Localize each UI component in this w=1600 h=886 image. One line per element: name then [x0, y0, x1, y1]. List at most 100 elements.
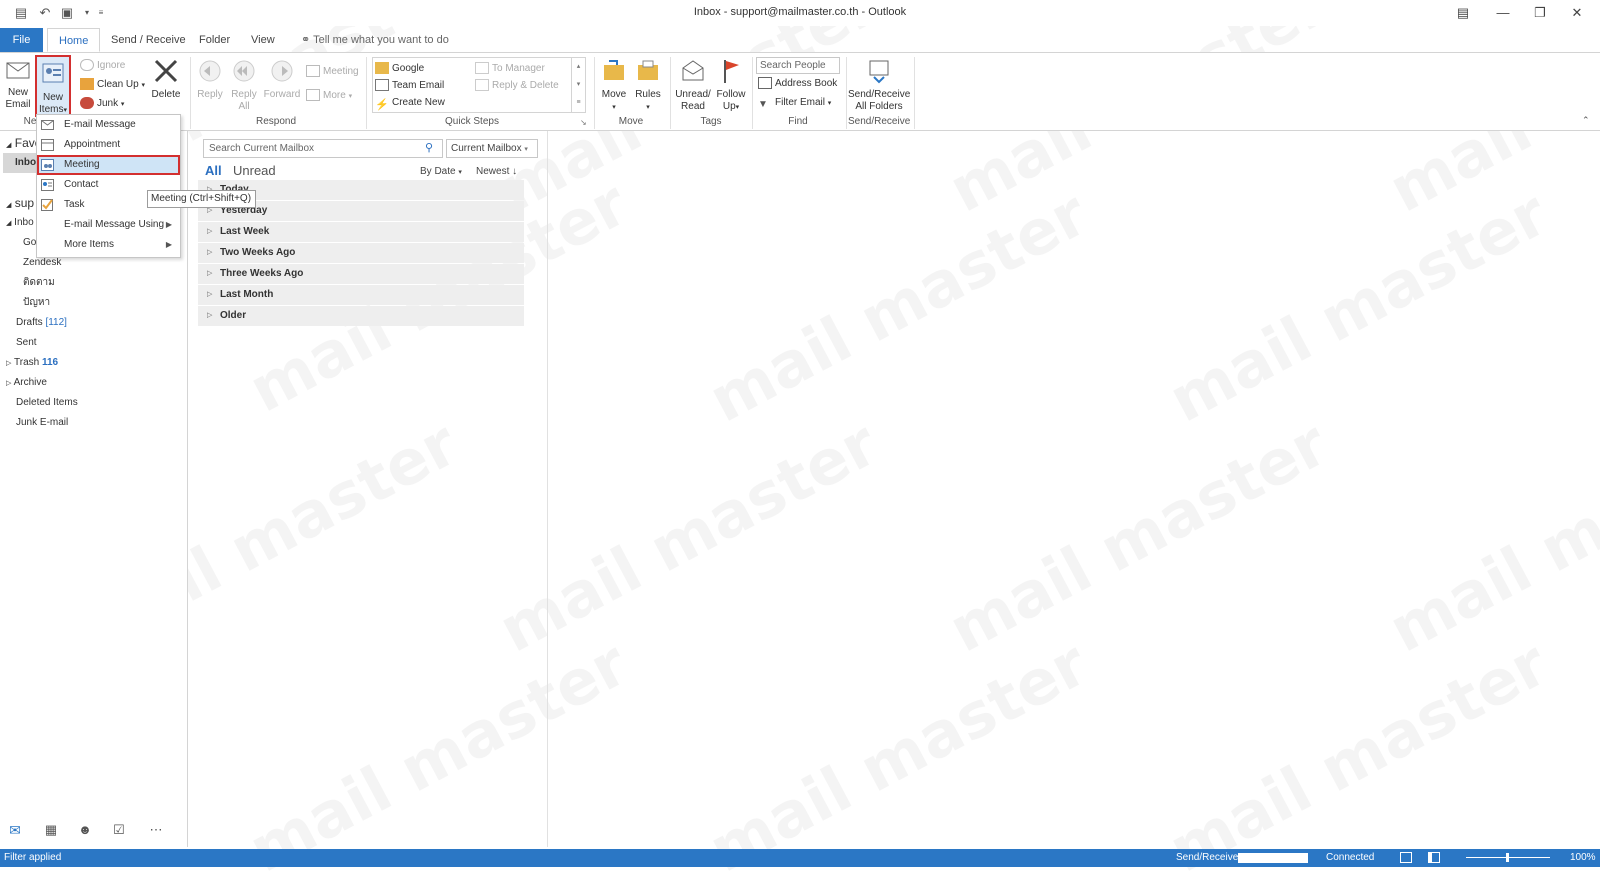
new-email-button[interactable]: New Email: [2, 59, 34, 115]
search-scope-select[interactable]: Current Mailbox ▾: [446, 139, 538, 158]
forward-icon: [271, 60, 293, 82]
reply-button[interactable]: Reply: [194, 57, 226, 101]
chevron-down-icon: ▾: [827, 100, 832, 107]
folder-drafts[interactable]: Drafts [112]: [0, 313, 188, 333]
folder-trash[interactable]: ▷ Trash 116: [0, 353, 188, 373]
task-label: Task: [64, 199, 85, 210]
send-receive-label-2: All Folders: [855, 101, 903, 112]
reply-all-button[interactable]: Reply All: [228, 57, 260, 113]
tab-view[interactable]: View: [240, 28, 286, 52]
delete-button[interactable]: Delete: [148, 57, 184, 101]
tasks-icon[interactable]: ☑: [110, 822, 128, 840]
ribbon-display-options-icon[interactable]: ▤: [1448, 2, 1478, 24]
clean-up-icon: [80, 78, 94, 91]
ignore-label: Ignore: [97, 60, 126, 71]
quick-step-create-new[interactable]: ⚡ Create New: [375, 94, 445, 112]
sort-order[interactable]: Newest ↓: [476, 166, 517, 177]
rules-button[interactable]: Rules ▾: [632, 57, 664, 114]
more-respond-button[interactable]: More ▾: [306, 87, 352, 105]
send-receive-all-button[interactable]: Send/Receive All Folders: [848, 57, 910, 113]
send-receive-label-1: Send/Receive: [848, 89, 911, 100]
quick-step-to-manager[interactable]: To Manager: [475, 60, 545, 78]
collapse-triangle-icon: ◢: [6, 202, 12, 209]
tab-home[interactable]: Home: [47, 28, 101, 52]
tell-me-search[interactable]: ⚭ Tell me what you want to do: [290, 28, 460, 52]
unread-read-button[interactable]: Unread/ Read: [674, 57, 712, 113]
menu-item-meeting[interactable]: Meeting: [37, 155, 180, 175]
folder-problems[interactable]: ปัญหา: [0, 293, 188, 313]
folder-junk-email[interactable]: Junk E-mail: [0, 413, 188, 433]
move-folder-icon: [604, 60, 624, 80]
menu-item-email-message-using[interactable]: E-mail Message Using ▶: [37, 215, 180, 235]
to-manager-icon: [475, 62, 489, 75]
calendar-icon[interactable]: ▦: [42, 822, 60, 840]
search-people-input[interactable]: Search People: [756, 57, 840, 74]
group-header-two-weeks-ago[interactable]: Two Weeks Ago: [198, 243, 524, 263]
minimize-button[interactable]: —: [1488, 2, 1518, 24]
sort-by-date[interactable]: By Date ▾: [420, 166, 462, 177]
follow-label-1: Follow: [716, 89, 746, 100]
tab-folder[interactable]: Folder: [188, 28, 241, 52]
ignore-button[interactable]: Ignore: [80, 57, 125, 75]
menu-item-more-items[interactable]: More Items ▶: [37, 235, 180, 255]
tab-send-receive[interactable]: Send / Receive: [100, 28, 197, 52]
folder-follow-up[interactable]: ติดตาม: [0, 273, 188, 293]
group-header-three-weeks-ago[interactable]: Three Weeks Ago: [198, 264, 524, 284]
quick-step-team-email[interactable]: Team Email: [375, 77, 444, 95]
forward-button[interactable]: Forward: [262, 57, 302, 101]
ribbon-separator: [366, 57, 367, 129]
menu-item-appointment[interactable]: Appointment: [37, 135, 180, 155]
status-filter-applied: Filter applied: [4, 852, 62, 863]
dialog-launcher-icon[interactable]: ↘: [580, 118, 587, 127]
search-mailbox-input[interactable]: Search Current Mailbox: [203, 139, 443, 158]
quick-step-google[interactable]: Google: [375, 60, 424, 78]
more-modules-icon[interactable]: ⋯: [146, 822, 166, 840]
filter-unread-tab[interactable]: Unread: [233, 163, 276, 178]
normal-view-icon[interactable]: [1400, 852, 1412, 863]
move-label: Move: [601, 89, 627, 100]
group-header-last-week[interactable]: Last Week: [198, 222, 524, 242]
send-receive-progress-bar: [1238, 853, 1308, 863]
meeting-icon: [306, 65, 320, 78]
group-header-last-month[interactable]: Last Month: [198, 285, 524, 305]
favorite-inbox[interactable]: Inbo: [3, 153, 37, 173]
zoom-slider-thumb[interactable]: [1506, 853, 1509, 862]
folder-sent[interactable]: Sent: [0, 333, 188, 353]
menu-item-email-message[interactable]: E-mail Message: [37, 115, 180, 135]
collapse-triangle-icon: ◢: [6, 142, 12, 149]
clean-up-button[interactable]: Clean Up ▾: [80, 76, 145, 94]
watermark: mail master: [697, 627, 1099, 886]
meeting-icon: [41, 159, 54, 171]
junk-icon: [80, 97, 94, 110]
quick-step-reply-delete[interactable]: Reply & Delete: [475, 77, 559, 95]
collapse-ribbon-icon[interactable]: ⌃: [1582, 115, 1590, 126]
tab-file[interactable]: File: [0, 28, 43, 52]
move-button[interactable]: Move ▾: [598, 57, 630, 114]
search-icon[interactable]: ⚲: [425, 141, 433, 154]
lightbulb-icon: ⚭: [301, 34, 311, 46]
people-icon[interactable]: ☻: [76, 822, 94, 840]
filter-email-button[interactable]: ▼ Filter Email ▾: [758, 94, 831, 112]
filter-all-tab[interactable]: All: [205, 163, 222, 178]
follow-up-button[interactable]: Follow Up▾: [714, 57, 748, 114]
new-items-button[interactable]: New Items▾: [35, 55, 71, 117]
trash-count: 116: [41, 357, 59, 368]
chevron-down-icon: ▾: [524, 146, 528, 153]
junk-button[interactable]: Junk ▾: [80, 95, 124, 113]
gallery-scroll[interactable]: ▴ ▾ ≡: [571, 58, 585, 112]
address-book-button[interactable]: Address Book: [758, 75, 837, 93]
close-button[interactable]: ✕: [1562, 2, 1592, 24]
arrow-down-icon: ↓: [512, 166, 518, 177]
unread-label-1: Unread/: [675, 89, 711, 100]
submenu-arrow-icon: ▶: [165, 240, 172, 249]
collapse-triangle-icon: ◢: [6, 220, 12, 227]
folder-archive[interactable]: ▷ Archive: [0, 373, 188, 393]
reading-view-icon[interactable]: [1428, 852, 1440, 863]
group-header-older[interactable]: Older: [198, 306, 524, 326]
restore-button[interactable]: ❐: [1525, 2, 1555, 24]
mail-icon[interactable]: ✉: [6, 822, 24, 840]
folder-deleted-items[interactable]: Deleted Items: [0, 393, 188, 413]
meeting-reply-button[interactable]: Meeting: [306, 63, 359, 81]
address-book-label: Address Book: [775, 78, 838, 89]
submenu-arrow-icon: ▶: [165, 220, 172, 229]
